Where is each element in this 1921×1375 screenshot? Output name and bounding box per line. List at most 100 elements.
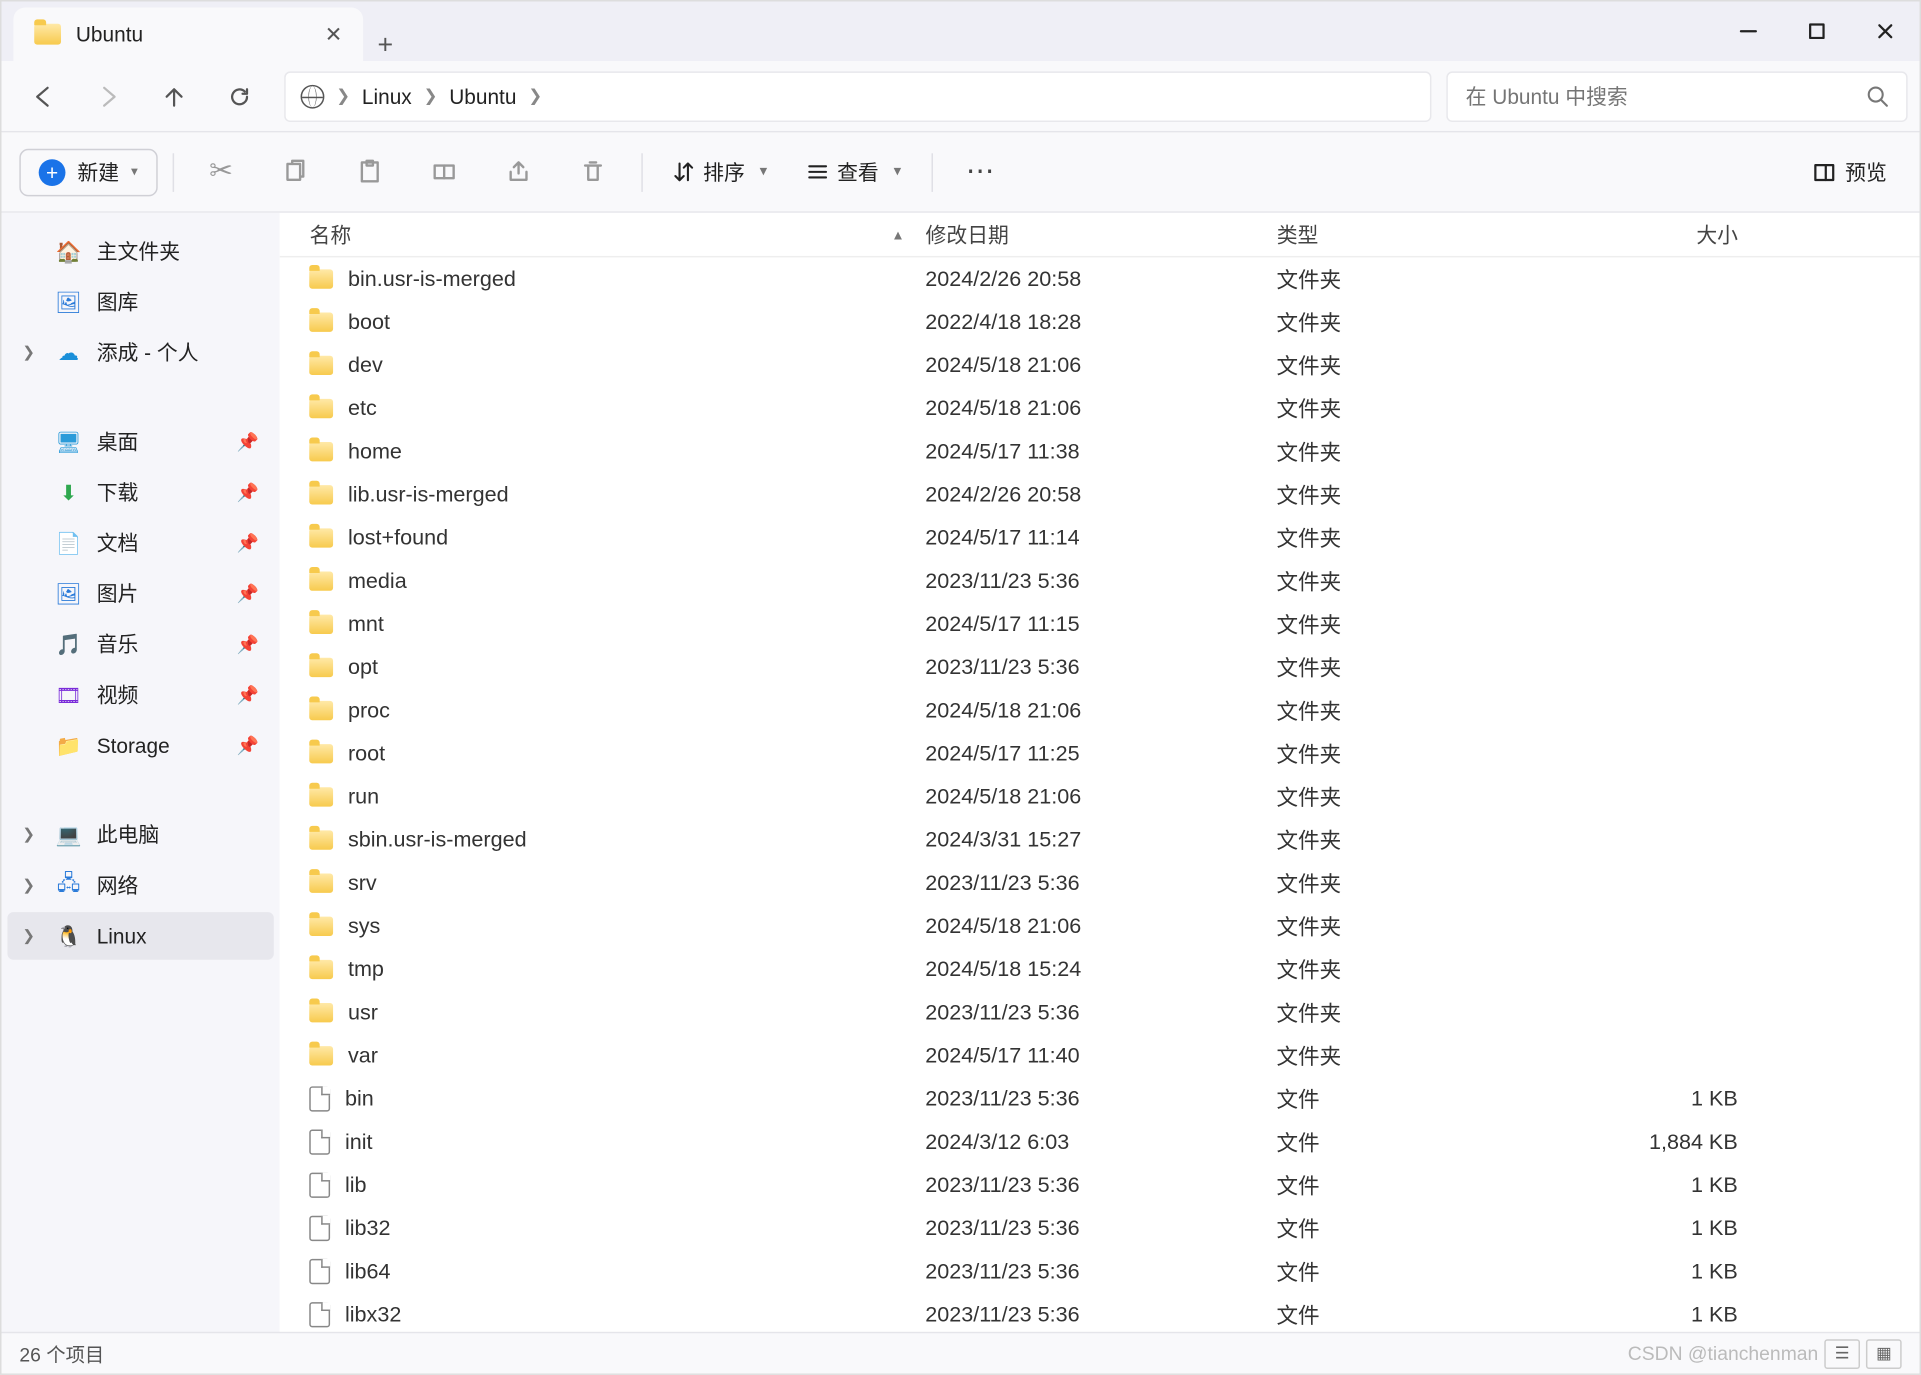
column-date[interactable]: 修改日期 xyxy=(926,219,1277,249)
chevron-right-icon[interactable]: ❯ xyxy=(22,928,34,944)
file-type: 文件夹 xyxy=(1277,1040,1563,1071)
up-button[interactable] xyxy=(144,71,204,122)
folder-icon xyxy=(310,787,334,806)
table-row[interactable]: dev2024/5/18 21:06文件夹 xyxy=(280,344,1920,387)
file-name: lost+found xyxy=(348,526,448,550)
table-row[interactable]: proc2024/5/18 21:06文件夹 xyxy=(280,689,1920,732)
breadcrumb-item[interactable]: Ubuntu xyxy=(449,84,516,108)
file-type: 文件夹 xyxy=(1277,824,1563,855)
file-type: 文件 xyxy=(1277,1213,1563,1244)
table-row[interactable]: lost+found2024/5/17 11:14文件夹 xyxy=(280,516,1920,559)
file-name: lib64 xyxy=(345,1260,391,1284)
table-row[interactable]: init2024/3/12 6:03文件1,884 KB xyxy=(280,1120,1920,1163)
file-name: init xyxy=(345,1130,373,1154)
sidebar-item-desktop[interactable]: 🖥 桌面 📌 xyxy=(7,418,273,466)
share-button[interactable] xyxy=(486,145,551,199)
table-row[interactable]: lib2023/11/23 5:36文件1 KB xyxy=(280,1164,1920,1207)
table-row[interactable]: bin2023/11/23 5:36文件1 KB xyxy=(280,1077,1920,1120)
chevron-right-icon[interactable]: ❯ xyxy=(22,827,34,843)
back-button[interactable] xyxy=(13,71,73,122)
minimize-button[interactable] xyxy=(1714,1,1782,61)
sidebar-item-pictures[interactable]: 🖼 图片 📌 xyxy=(7,570,273,618)
table-row[interactable]: opt2023/11/23 5:36文件夹 xyxy=(280,646,1920,689)
folder-icon xyxy=(310,917,334,936)
close-button[interactable] xyxy=(1851,1,1919,61)
delete-button[interactable] xyxy=(560,145,625,199)
details-view-button[interactable]: ☰ xyxy=(1824,1338,1860,1368)
tab-ubuntu[interactable]: Ubuntu ✕ xyxy=(13,7,363,61)
column-size[interactable]: 大小 xyxy=(1562,219,1755,249)
file-date: 2024/5/18 21:06 xyxy=(926,699,1277,723)
table-row[interactable]: tmp2024/5/18 15:24文件夹 xyxy=(280,948,1920,991)
sidebar-item-videos[interactable]: 🎞 视频 📌 xyxy=(7,671,273,719)
search-input[interactable] xyxy=(1466,84,1866,108)
chevron-right-icon[interactable]: ❯ xyxy=(22,344,34,360)
sort-button[interactable]: 排序 ▾ xyxy=(657,157,782,187)
folder-icon xyxy=(310,571,334,590)
table-row[interactable]: media2023/11/23 5:36文件夹 xyxy=(280,559,1920,602)
column-type[interactable]: 类型 xyxy=(1277,219,1563,249)
file-date: 2024/3/12 6:03 xyxy=(926,1130,1277,1154)
table-row[interactable]: run2024/5/18 21:06文件夹 xyxy=(280,775,1920,818)
file-name: bin xyxy=(345,1087,374,1111)
table-row[interactable]: etc2024/5/18 21:06文件夹 xyxy=(280,387,1920,430)
table-row[interactable]: var2024/5/17 11:40文件夹 xyxy=(280,1034,1920,1077)
sidebar-item-label: Storage xyxy=(97,734,170,758)
folder-icon xyxy=(310,528,334,547)
sidebar-item-network[interactable]: ❯ 🖧 网络 xyxy=(7,862,273,910)
column-name-label: 名称 xyxy=(310,219,352,249)
table-row[interactable]: lib.usr-is-merged2024/2/26 20:58文件夹 xyxy=(280,473,1920,516)
music-icon: 🎵 xyxy=(55,631,82,658)
file-date: 2024/5/18 21:06 xyxy=(926,397,1277,421)
view-button[interactable]: 查看 ▾ xyxy=(791,157,916,187)
table-row[interactable]: boot2022/4/18 18:28文件夹 xyxy=(280,301,1920,344)
sidebar-item-storage[interactable]: 📁 Storage 📌 xyxy=(7,722,273,770)
statusbar: 26 个项目 CSDN @tianchenman ☰ ▦ xyxy=(1,1332,1919,1374)
table-row[interactable]: srv2023/11/23 5:36文件夹 xyxy=(280,862,1920,905)
table-row[interactable]: bin.usr-is-merged2024/2/26 20:58文件夹 xyxy=(280,257,1920,300)
search-box[interactable] xyxy=(1446,71,1907,122)
table-row[interactable]: sbin.usr-is-merged2024/3/31 15:27文件夹 xyxy=(280,818,1920,861)
cut-button[interactable]: ✂ xyxy=(188,145,253,199)
sidebar-item-onedrive[interactable]: ❯ ☁ 添成 - 个人 xyxy=(7,329,273,377)
sidebar-item-thispc[interactable]: ❯ 💻 此电脑 xyxy=(7,811,273,859)
new-tab-button[interactable]: + xyxy=(363,30,408,61)
sidebar-item-linux[interactable]: ❯ 🐧 Linux xyxy=(7,912,273,960)
file-date: 2024/5/17 11:14 xyxy=(926,526,1277,550)
sidebar-item-label: 图片 xyxy=(97,579,139,609)
table-row[interactable]: usr2023/11/23 5:36文件夹 xyxy=(280,991,1920,1034)
icons-view-button[interactable]: ▦ xyxy=(1866,1338,1902,1368)
file-name: proc xyxy=(348,699,390,723)
file-name: usr xyxy=(348,1001,378,1025)
sidebar-item-home[interactable]: 🏠 主文件夹 xyxy=(7,228,273,276)
file-icon xyxy=(310,1302,331,1327)
new-button[interactable]: + 新建 ▾ xyxy=(19,148,157,196)
rename-button[interactable] xyxy=(411,145,476,199)
table-row[interactable]: home2024/5/17 11:38文件夹 xyxy=(280,430,1920,473)
maximize-button[interactable] xyxy=(1783,1,1851,61)
file-name: root xyxy=(348,742,385,766)
paste-button[interactable] xyxy=(337,145,402,199)
chevron-down-icon: ▾ xyxy=(760,164,767,180)
preview-button[interactable]: 预览 xyxy=(1798,157,1902,187)
table-row[interactable]: lib642023/11/23 5:36文件1 KB xyxy=(280,1250,1920,1293)
breadcrumb[interactable]: ❯ Linux ❯ Ubuntu ❯ xyxy=(284,71,1431,122)
table-row[interactable]: mnt2024/5/17 11:15文件夹 xyxy=(280,603,1920,646)
sidebar-item-music[interactable]: 🎵 音乐 📌 xyxy=(7,620,273,668)
folder-icon: 📁 xyxy=(55,732,82,759)
table-row[interactable]: lib322023/11/23 5:36文件1 KB xyxy=(280,1207,1920,1250)
more-button[interactable]: ⋯ xyxy=(947,145,1012,199)
refresh-button[interactable] xyxy=(210,71,270,122)
column-name[interactable]: 名称 ▲ xyxy=(280,219,926,249)
sidebar-item-downloads[interactable]: ⬇ 下载 📌 xyxy=(7,469,273,517)
sidebar-item-gallery[interactable]: 🖼 图库 xyxy=(7,278,273,326)
chevron-right-icon[interactable]: ❯ xyxy=(22,877,34,893)
table-row[interactable]: sys2024/5/18 21:06文件夹 xyxy=(280,905,1920,948)
table-row[interactable]: libx322023/11/23 5:36文件1 KB xyxy=(280,1293,1920,1332)
forward-button[interactable] xyxy=(79,71,139,122)
close-tab-icon[interactable]: ✕ xyxy=(325,22,342,47)
sidebar-item-documents[interactable]: 📄 文档 📌 xyxy=(7,519,273,567)
copy-button[interactable] xyxy=(263,145,328,199)
breadcrumb-item[interactable]: Linux xyxy=(362,84,412,108)
table-row[interactable]: root2024/5/17 11:25文件夹 xyxy=(280,732,1920,775)
